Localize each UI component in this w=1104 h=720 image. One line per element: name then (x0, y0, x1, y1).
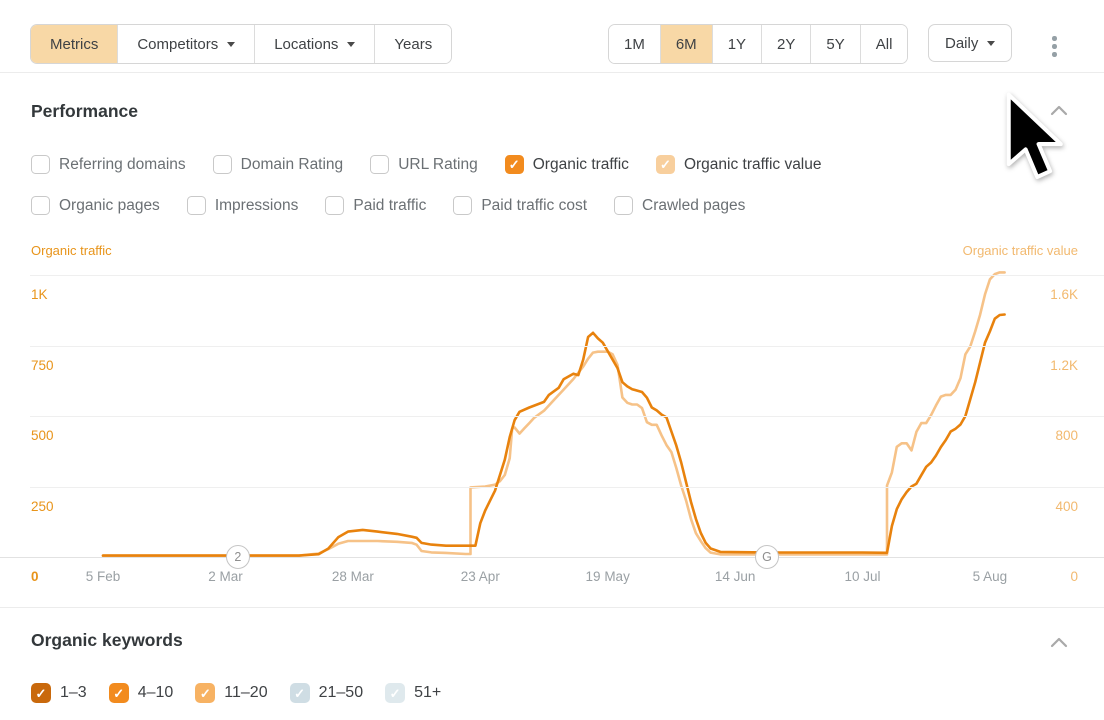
gridline (30, 487, 1104, 488)
series-organic-traffic-value (103, 272, 1005, 555)
event-marker-G[interactable]: G (755, 545, 779, 569)
y-axis-right-tick: 0 (1070, 569, 1078, 584)
y-axis-left-tick: 750 (31, 358, 54, 373)
x-axis-tick: 2 Mar (208, 569, 243, 584)
x-axis-tick: 5 Aug (973, 569, 1008, 584)
x-axis-line (0, 557, 1104, 558)
x-axis-tick: 10 Jul (844, 569, 880, 584)
traffic-line-chart (0, 0, 1104, 720)
y-axis-left-tick: 1K (31, 287, 48, 302)
checkbox-checked-icon: ✓ (385, 683, 405, 703)
y-axis-right-tick: 400 (1055, 499, 1078, 514)
performance-chart[interactable]: Organic traffic Organic traffic value 1K… (0, 0, 1104, 720)
section-divider (0, 607, 1104, 608)
gridline (30, 275, 1104, 276)
position-checkbox-51-plus[interactable]: ✓ 51+ (385, 683, 441, 703)
series-organic-traffic (103, 315, 1005, 556)
gridline (30, 416, 1104, 417)
event-marker-2[interactable]: 2 (226, 545, 250, 569)
position-checkbox-1-3[interactable]: ✓ 1–3 (31, 683, 87, 703)
position-checkbox-11-20[interactable]: ✓ 11–20 (195, 683, 267, 703)
x-axis-tick: 14 Jun (715, 569, 756, 584)
organic-keywords-section-title: Organic keywords (31, 630, 183, 651)
y-axis-left-tick: 250 (31, 499, 54, 514)
x-axis-tick: 28 Mar (332, 569, 374, 584)
right-axis-title: Organic traffic value (963, 243, 1078, 258)
x-axis-tick: 5 Feb (86, 569, 121, 584)
x-axis-tick: 19 May (586, 569, 630, 584)
x-axis-tick: 23 Apr (461, 569, 500, 584)
keyword-position-filter-row: ✓ 1–3 ✓ 4–10 ✓ 11–20 ✓ 21–50 ✓ 51+ (31, 683, 441, 703)
position-checkbox-4-10[interactable]: ✓ 4–10 (109, 683, 174, 703)
position-checkbox-21-50[interactable]: ✓ 21–50 (290, 683, 364, 703)
checkbox-checked-icon: ✓ (290, 683, 310, 703)
y-axis-right-tick: 1.2K (1050, 358, 1078, 373)
y-axis-right-tick: 1.6K (1050, 287, 1078, 302)
gridline (30, 346, 1104, 347)
checkbox-checked-icon: ✓ (31, 683, 51, 703)
left-axis-title: Organic traffic (31, 243, 112, 258)
checkbox-checked-icon: ✓ (109, 683, 129, 703)
y-axis-right-tick: 800 (1055, 428, 1078, 443)
organic-keywords-collapse-chevron-up-icon[interactable] (1050, 637, 1068, 648)
checkbox-checked-icon: ✓ (195, 683, 215, 703)
y-axis-left-tick: 500 (31, 428, 54, 443)
y-axis-left-tick: 0 (31, 569, 39, 584)
